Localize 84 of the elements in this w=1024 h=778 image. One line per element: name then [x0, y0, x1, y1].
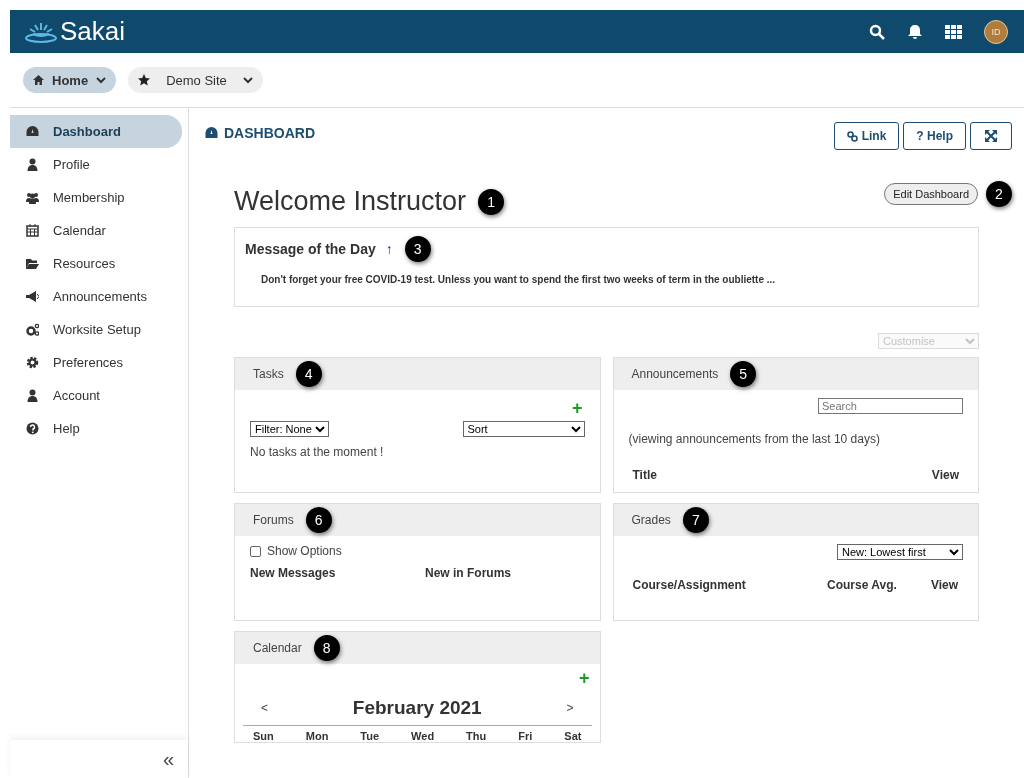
weekday-header: Tue — [360, 730, 380, 742]
weekday-header: Wed — [411, 730, 435, 742]
logo-text: Sakai — [60, 16, 126, 47]
collapse-arrow[interactable]: ↑ — [385, 241, 393, 257]
question-icon — [26, 422, 39, 435]
callout-number: 5 — [730, 361, 757, 387]
star-icon — [138, 74, 151, 86]
gauge-icon — [205, 127, 218, 139]
widget-title: Grades — [631, 513, 671, 527]
welcome-heading: Welcome Instructor — [234, 186, 467, 217]
sidebar-item[interactable]: Announcements — [10, 280, 182, 313]
link-icon — [846, 130, 858, 142]
expand-icon — [985, 130, 997, 142]
folder-icon — [26, 257, 39, 270]
person-icon — [26, 389, 39, 402]
home-icon — [33, 75, 44, 85]
next-month-button[interactable]: > — [560, 700, 580, 716]
sidebar-item[interactable]: Dashboard — [10, 115, 182, 148]
link-button[interactable]: Link — [833, 122, 900, 150]
weekday-header: Fri — [518, 730, 533, 742]
callout-number: 8 — [313, 635, 340, 661]
gear-icon — [26, 356, 39, 369]
megaphone-icon — [26, 290, 39, 303]
callout-number: 4 — [295, 361, 322, 387]
weekday-header: Sat — [564, 730, 582, 742]
column-header: Title — [632, 468, 657, 482]
gauge-icon — [26, 125, 39, 138]
help-button[interactable]: ? Help — [903, 122, 966, 150]
add-event-button[interactable]: + — [577, 668, 592, 689]
checkbox-label: Show Options — [267, 544, 342, 558]
month-title: February 2021 — [352, 697, 482, 719]
gears-icon — [26, 323, 39, 336]
search-field[interactable]: Search — [818, 398, 963, 414]
sidebar-item[interactable]: Membership — [10, 181, 182, 214]
sidebar-item[interactable]: Preferences — [10, 346, 182, 379]
column-header: Course/Assignment — [632, 578, 747, 592]
site-tab[interactable]: Demo Site — [128, 67, 263, 93]
sidebar-item[interactable]: Help — [10, 412, 182, 445]
weekday-header: Thu — [466, 730, 487, 742]
calendar-icon — [26, 224, 39, 237]
grid-icon[interactable] — [945, 24, 962, 39]
message-text: Don't forget your free COVID-19 test. Unless you want to spend the first two weeks of term in the oubliette ... — [261, 274, 777, 285]
people-icon — [26, 191, 39, 204]
person-icon — [26, 158, 39, 171]
info-text: (viewing announcements from the last 10 days) — [628, 432, 881, 446]
sort-dropdown[interactable]: New: Lowest first — [837, 544, 963, 560]
site-tab[interactable]: Home — [23, 67, 117, 93]
column-header: New in Forums — [425, 566, 512, 580]
bell-icon[interactable] — [907, 23, 923, 40]
sort-dropdown[interactable]: Sort — [462, 421, 585, 437]
weekday-header: Mon — [305, 730, 329, 742]
chevron-down-icon — [96, 76, 107, 84]
empty-message: No tasks at the moment ! — [250, 445, 385, 459]
widget-title: Announcements — [631, 367, 719, 381]
checkbox[interactable] — [250, 545, 261, 557]
sidebar-item[interactable]: Profile — [10, 148, 182, 181]
callout-number: 6 — [305, 507, 332, 533]
column-header: View — [931, 578, 960, 592]
sidebar-item[interactable]: Resources — [10, 247, 182, 280]
add-task-button[interactable]: + — [570, 398, 585, 419]
callout-number: 3 — [404, 236, 431, 262]
edit-dashboard-button[interactable]: Edit Dashboard — [884, 182, 978, 205]
page-title: DASHBOARD — [224, 125, 315, 141]
widget-title: Calendar — [253, 641, 302, 655]
chevron-down-icon — [242, 76, 253, 84]
widget-title: Forums — [253, 513, 294, 527]
logo-icon — [24, 20, 58, 43]
collapse-sidebar-button[interactable]: « — [10, 740, 188, 778]
callout-number: 1 — [478, 188, 505, 215]
sidebar-item[interactable]: Worksite Setup — [10, 313, 182, 346]
filter-dropdown[interactable]: Filter: None — [250, 421, 329, 437]
column-header: New Messages — [250, 566, 337, 580]
callout-number: 7 — [682, 507, 709, 533]
sidebar-item[interactable]: Calendar — [10, 214, 182, 247]
fullscreen-button[interactable] — [970, 122, 1012, 150]
weekday-header: Sun — [253, 730, 274, 742]
search-icon[interactable] — [869, 23, 885, 40]
panel-title: Message of the Day — [245, 241, 376, 257]
callout-number: 2 — [986, 180, 1012, 207]
column-header: Course Avg. — [827, 578, 898, 592]
previous-month-button[interactable]: < — [255, 700, 274, 716]
sidebar-item[interactable]: Account — [10, 379, 182, 412]
widget-title: Tasks — [253, 367, 284, 381]
column-header: View — [931, 468, 959, 482]
